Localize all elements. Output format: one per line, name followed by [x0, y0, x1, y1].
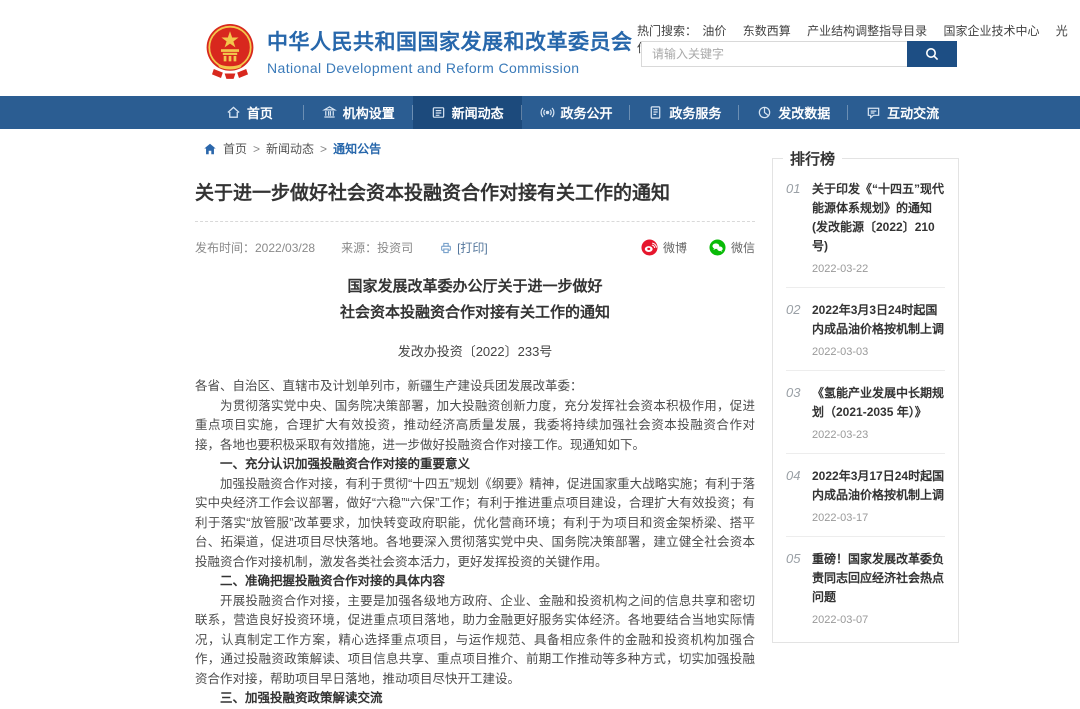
- breadcrumb-item-news[interactable]: 新闻动态: [266, 140, 314, 157]
- nav-item-label: 发改数据: [778, 103, 830, 122]
- main-navigation: 首页 机构设置 新闻动态 政务公开 政务服务: [0, 96, 1080, 129]
- breadcrumb-item-notices[interactable]: 通知公告: [333, 140, 381, 157]
- share-weibo-button[interactable]: 微博: [641, 239, 687, 256]
- body-section-heading: 二、准确把握投融资合作对接的具体内容: [195, 572, 755, 592]
- share-wechat-label: 微信: [731, 239, 755, 256]
- document-number: 发改办投资〔2022〕233号: [195, 341, 755, 360]
- document-heading-line2: 社会资本投融资合作对接有关工作的通知: [195, 300, 755, 326]
- document-heading: 国家发展改革委办公厅关于进一步做好 社会资本投融资合作对接有关工作的通知: [195, 274, 755, 326]
- nav-item-interaction[interactable]: 互动交流: [848, 96, 957, 129]
- ranking-item-title[interactable]: 《氢能产业发展中长期规划（2021-2035 年）》: [812, 384, 945, 422]
- nav-item-label: 政务公开: [561, 103, 613, 122]
- ranking-item-date: 2022-03-17: [812, 512, 945, 524]
- print-button[interactable]: [打印]: [439, 239, 488, 256]
- nav-item-institution[interactable]: 机构设置: [304, 96, 413, 129]
- weibo-icon: [641, 239, 658, 256]
- body-section-heading: 一、充分认识加强投融资合作对接的重要意义: [195, 455, 755, 475]
- share-bar: 微博 微信: [619, 239, 755, 256]
- interaction-icon: [866, 105, 881, 120]
- body-paragraph: 开展投融资合作对接，主要是加强各级地方政府、企业、金融和投资机构之间的信息共享和…: [195, 592, 755, 690]
- ranking-item-date: 2022-03-03: [812, 346, 945, 358]
- page-title: 关于进一步做好社会资本投融资合作对接有关工作的通知: [195, 178, 755, 205]
- ranking-item[interactable]: 03 《氢能产业发展中长期规划（2021-2035 年）》 2022-03-23: [786, 371, 945, 454]
- nav-item-label: 互动交流: [887, 103, 939, 122]
- hot-search-link[interactable]: 东数西算: [743, 24, 791, 38]
- print-label: [打印]: [457, 239, 488, 256]
- data-icon: [757, 105, 772, 120]
- service-icon: [648, 105, 663, 120]
- body-paragraph: 为贯彻落实党中央、国务院决策部署，加大投融资创新力度，充分发挥社会资本积极作用，…: [195, 397, 755, 456]
- rank-number: 05: [786, 550, 812, 626]
- news-icon: [431, 105, 446, 120]
- search-button[interactable]: [907, 41, 957, 67]
- nav-item-disclosure[interactable]: 政务公开: [522, 96, 631, 129]
- site-title: 中华人民共和国国家发展和改革委员会: [267, 26, 633, 56]
- institution-icon: [322, 105, 337, 120]
- ranking-item-title[interactable]: 2022年3月3日24时起国内成品油价格按机制上调: [812, 301, 945, 339]
- share-weibo-label: 微博: [663, 239, 687, 256]
- rank-number: 01: [786, 180, 812, 275]
- ranking-panel: 排行榜 01 关于印发《“十四五”现代能源体系规划》的通知(发改能源〔2022〕…: [772, 158, 959, 643]
- nav-item-label: 首页: [247, 103, 273, 122]
- hot-search-label: 热门搜索：: [637, 24, 697, 38]
- rank-number: 03: [786, 384, 812, 441]
- rank-number: 02: [786, 301, 812, 358]
- title-divider: [195, 221, 755, 222]
- printer-icon: [439, 241, 453, 255]
- ranking-item-title[interactable]: 关于印发《“十四五”现代能源体系规划》的通知(发改能源〔2022〕210号): [812, 180, 945, 256]
- ranking-item[interactable]: 04 2022年3月17日24时起国内成品油价格按机制上调 2022-03-17: [786, 454, 945, 537]
- body-salutation: 各省、自治区、直辖市及计划单列市，新疆生产建设兵团发展改革委：: [195, 377, 755, 397]
- document-heading-line1: 国家发展改革委办公厅关于进一步做好: [195, 274, 755, 300]
- home-icon[interactable]: [203, 142, 217, 156]
- nav-item-news[interactable]: 新闻动态: [413, 96, 522, 129]
- share-wechat-button[interactable]: 微信: [709, 239, 755, 256]
- hot-search-link[interactable]: 国家企业技术中心: [943, 24, 1039, 38]
- breadcrumb-separator: >: [253, 142, 260, 156]
- search-input[interactable]: [641, 41, 907, 67]
- site-logo[interactable]: 中华人民共和国国家发展和改革委员会 National Development a…: [203, 22, 633, 80]
- ranking-item-date: 2022-03-07: [812, 614, 945, 626]
- body-section-heading: 三、加强投融资政策解读交流: [195, 689, 755, 709]
- publish-time: 发布时间：2022/03/28: [195, 239, 315, 256]
- ranking-title: 排行榜: [783, 148, 842, 169]
- article-main: 关于进一步做好社会资本投融资合作对接有关工作的通知 发布时间：2022/03/2…: [195, 178, 755, 709]
- nav-item-service[interactable]: 政务服务: [630, 96, 739, 129]
- home-icon: [226, 105, 241, 120]
- breadcrumb-item-home[interactable]: 首页: [223, 140, 247, 157]
- wechat-icon: [709, 239, 726, 256]
- hot-search-link[interactable]: 产业结构调整指导目录: [807, 24, 927, 38]
- nav-item-label: 机构设置: [343, 103, 395, 122]
- nav-item-data[interactable]: 发改数据: [739, 96, 848, 129]
- article-meta: 发布时间：2022/03/28 来源：投资司 [打印] 微博: [195, 239, 755, 256]
- nav-item-home[interactable]: 首页: [195, 96, 304, 129]
- site-title-en: National Development and Reform Commissi…: [267, 60, 633, 76]
- ranking-item-title[interactable]: 2022年3月17日24时起国内成品油价格按机制上调: [812, 467, 945, 505]
- rank-number: 04: [786, 467, 812, 524]
- search-icon: [924, 46, 940, 62]
- site-header: 中华人民共和国国家发展和改革委员会 National Development a…: [0, 0, 1080, 96]
- body-paragraph: 加强投融资合作对接，有利于贯彻“十四五”规划《纲要》精神，促进国家重大战略实施；…: [195, 475, 755, 573]
- ranking-item[interactable]: 01 关于印发《“十四五”现代能源体系规划》的通知(发改能源〔2022〕210号…: [786, 167, 945, 288]
- nav-item-label: 新闻动态: [452, 103, 504, 122]
- ranking-item[interactable]: 05 重磅！国家发展改革委负责同志回应经济社会热点问题 2022-03-07: [786, 537, 945, 638]
- hot-search-link[interactable]: 油价: [702, 24, 726, 38]
- article-source: 来源：投资司: [341, 239, 413, 256]
- breadcrumb-separator: >: [320, 142, 327, 156]
- disclosure-icon: [540, 105, 555, 120]
- national-emblem-icon: [203, 22, 257, 80]
- ranking-item[interactable]: 02 2022年3月3日24时起国内成品油价格按机制上调 2022-03-03: [786, 288, 945, 371]
- ranking-item-title[interactable]: 重磅！国家发展改革委负责同志回应经济社会热点问题: [812, 550, 945, 607]
- ranking-item-date: 2022-03-23: [812, 429, 945, 441]
- article-body: 各省、自治区、直辖市及计划单列市，新疆生产建设兵团发展改革委： 为贯彻落实党中央…: [195, 377, 755, 709]
- ranking-item-date: 2022-03-22: [812, 263, 945, 275]
- search-bar: [641, 41, 957, 67]
- nav-item-label: 政务服务: [669, 103, 721, 122]
- breadcrumb: 首页 > 新闻动态 > 通知公告: [203, 140, 381, 157]
